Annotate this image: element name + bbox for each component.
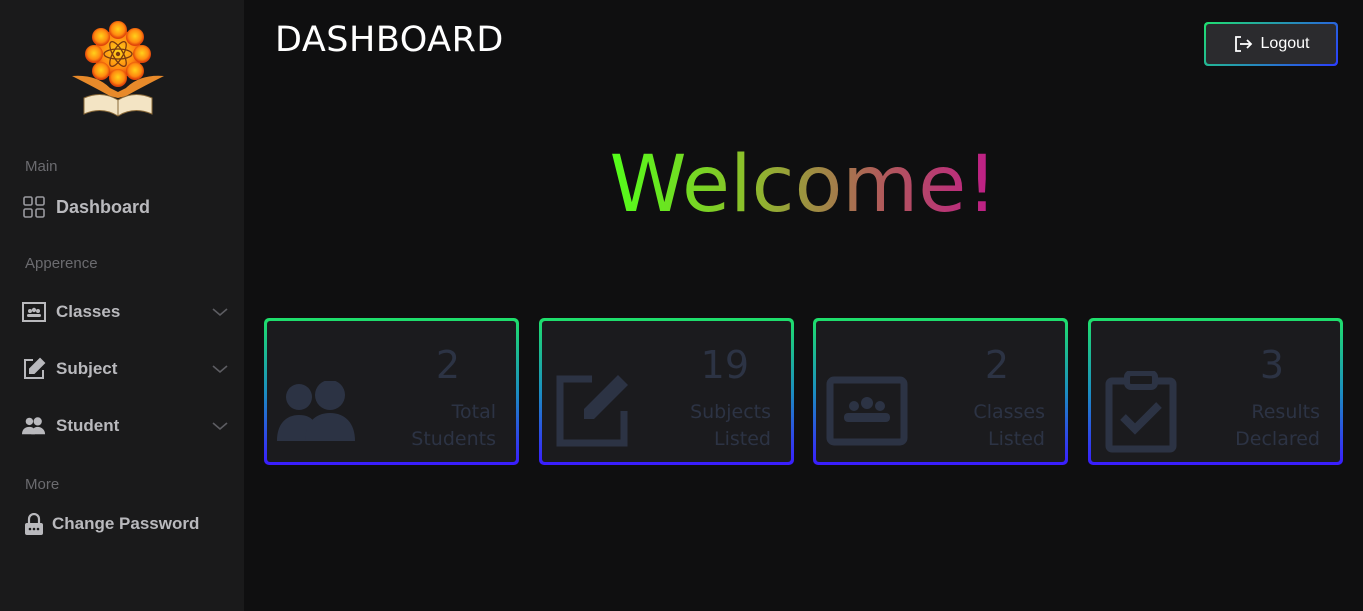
- lock-icon: [22, 512, 46, 536]
- stat-caption: Subjects Listed: [690, 401, 771, 450]
- stat-value: 2: [984, 343, 1009, 387]
- users-icon: [22, 414, 46, 438]
- stat-card-students[interactable]: 2 Total Students: [264, 318, 519, 465]
- sidebar-item-label: Subject: [56, 359, 118, 378]
- sidebar-item-label: Classes: [56, 302, 121, 321]
- welcome-heading: Welcome!: [609, 140, 998, 230]
- edit-icon: [22, 357, 46, 381]
- stat-value: 3: [1259, 343, 1284, 387]
- section-label-appearance: Apperence: [25, 255, 98, 272]
- sidebar-item-subject[interactable]: Subject: [22, 357, 230, 381]
- logout-icon: [1234, 36, 1252, 52]
- stat-caption: Results Declared: [1235, 401, 1320, 450]
- sidebar-item-classes[interactable]: Classes: [22, 300, 230, 324]
- users-icon: [277, 381, 355, 441]
- classroom-icon: [22, 300, 46, 324]
- page-title: DASHBOARD: [275, 20, 504, 60]
- edit-icon: [556, 375, 628, 447]
- chevron-down-icon[interactable]: [210, 359, 230, 379]
- institution-logo: [66, 18, 170, 120]
- sidebar-item-label: Student: [56, 416, 120, 435]
- classroom-icon: [826, 376, 908, 446]
- sidebar-item-student[interactable]: Student: [22, 414, 230, 438]
- stat-card-classes[interactable]: 2 Classes Listed: [813, 318, 1068, 465]
- chevron-down-icon[interactable]: [210, 302, 230, 322]
- sidebar-item-label: Change Password: [52, 514, 200, 533]
- stat-caption: Total Students: [411, 401, 496, 450]
- sidebar-item-change-password[interactable]: Change Password: [22, 512, 230, 536]
- sidebar: Main Dashboard Apperence Classes Subject…: [0, 0, 244, 611]
- stat-value: 19: [700, 343, 749, 387]
- logout-button[interactable]: Logout: [1204, 22, 1338, 66]
- stat-card-results[interactable]: 3 Results Declared: [1088, 318, 1343, 465]
- logout-label: Logout: [1260, 35, 1310, 52]
- stat-value: 2: [435, 343, 460, 387]
- chevron-down-icon[interactable]: [210, 416, 230, 436]
- stat-caption: Classes Listed: [973, 401, 1045, 450]
- clipboard-check-icon: [1105, 371, 1177, 453]
- section-label-more: More: [25, 476, 60, 493]
- stat-card-subjects[interactable]: 19 Subjects Listed: [539, 318, 794, 465]
